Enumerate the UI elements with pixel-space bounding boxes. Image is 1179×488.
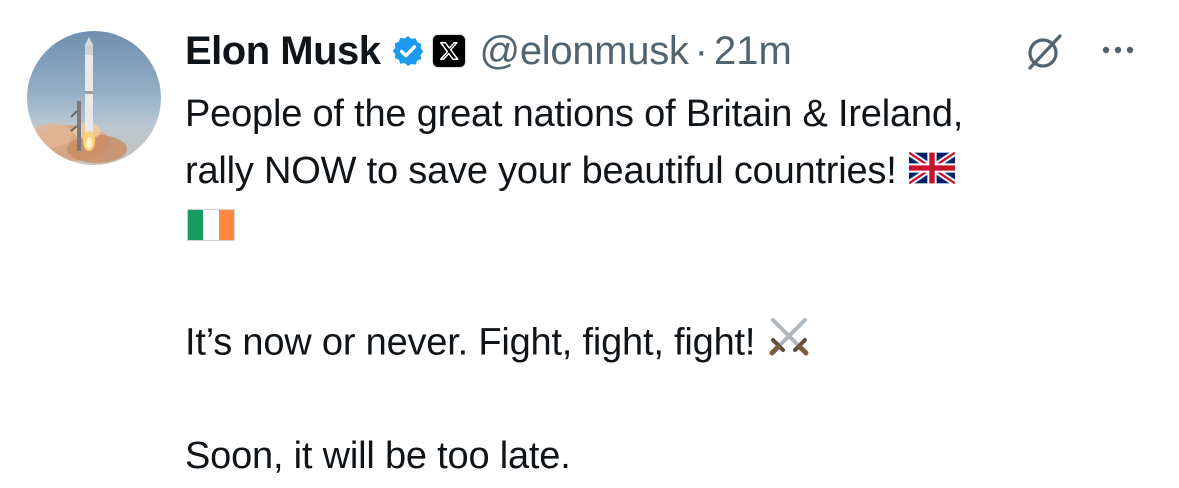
tweet-line-4: It’s now or never. Fight, fight, fight!	[185, 314, 1145, 371]
tweet-line-1: People of the great nations of Britain &…	[185, 93, 964, 135]
tweet-line-2: rally NOW to save your beautiful countri…	[185, 143, 1145, 200]
ireland-flag-emoji	[187, 201, 235, 258]
verified-badge-icon	[391, 34, 425, 68]
separator: ·	[694, 28, 708, 73]
rocket-launch-avatar	[32, 37, 127, 163]
display-name[interactable]: Elon Musk	[185, 29, 381, 74]
tweet-line-3	[185, 200, 1145, 257]
tweet-card[interactable]: Elon Musk @elonmusk · 21m People of the …	[0, 0, 1179, 488]
tweet-line-5: Soon, it will be too late.	[185, 435, 571, 477]
tweet-text: People of the great nations of Britain &…	[185, 86, 1145, 485]
avatar[interactable]	[27, 31, 161, 165]
tweet-line-2-text: rally NOW to save your beautiful countri…	[185, 150, 897, 192]
crossed-swords-emoji	[767, 314, 811, 375]
x-logo-icon[interactable]	[431, 34, 466, 68]
tweet-header: Elon Musk @elonmusk · 21m	[185, 22, 792, 80]
tweet-line-4-text: It’s now or never. Fight, fight, fight!	[185, 321, 756, 364]
grok-icon[interactable]	[1022, 30, 1066, 74]
timestamp[interactable]: 21m	[714, 29, 792, 74]
uk-flag-emoji	[906, 144, 957, 201]
handle[interactable]: @elonmusk	[480, 29, 689, 74]
more-options-icon[interactable]	[1098, 38, 1138, 62]
